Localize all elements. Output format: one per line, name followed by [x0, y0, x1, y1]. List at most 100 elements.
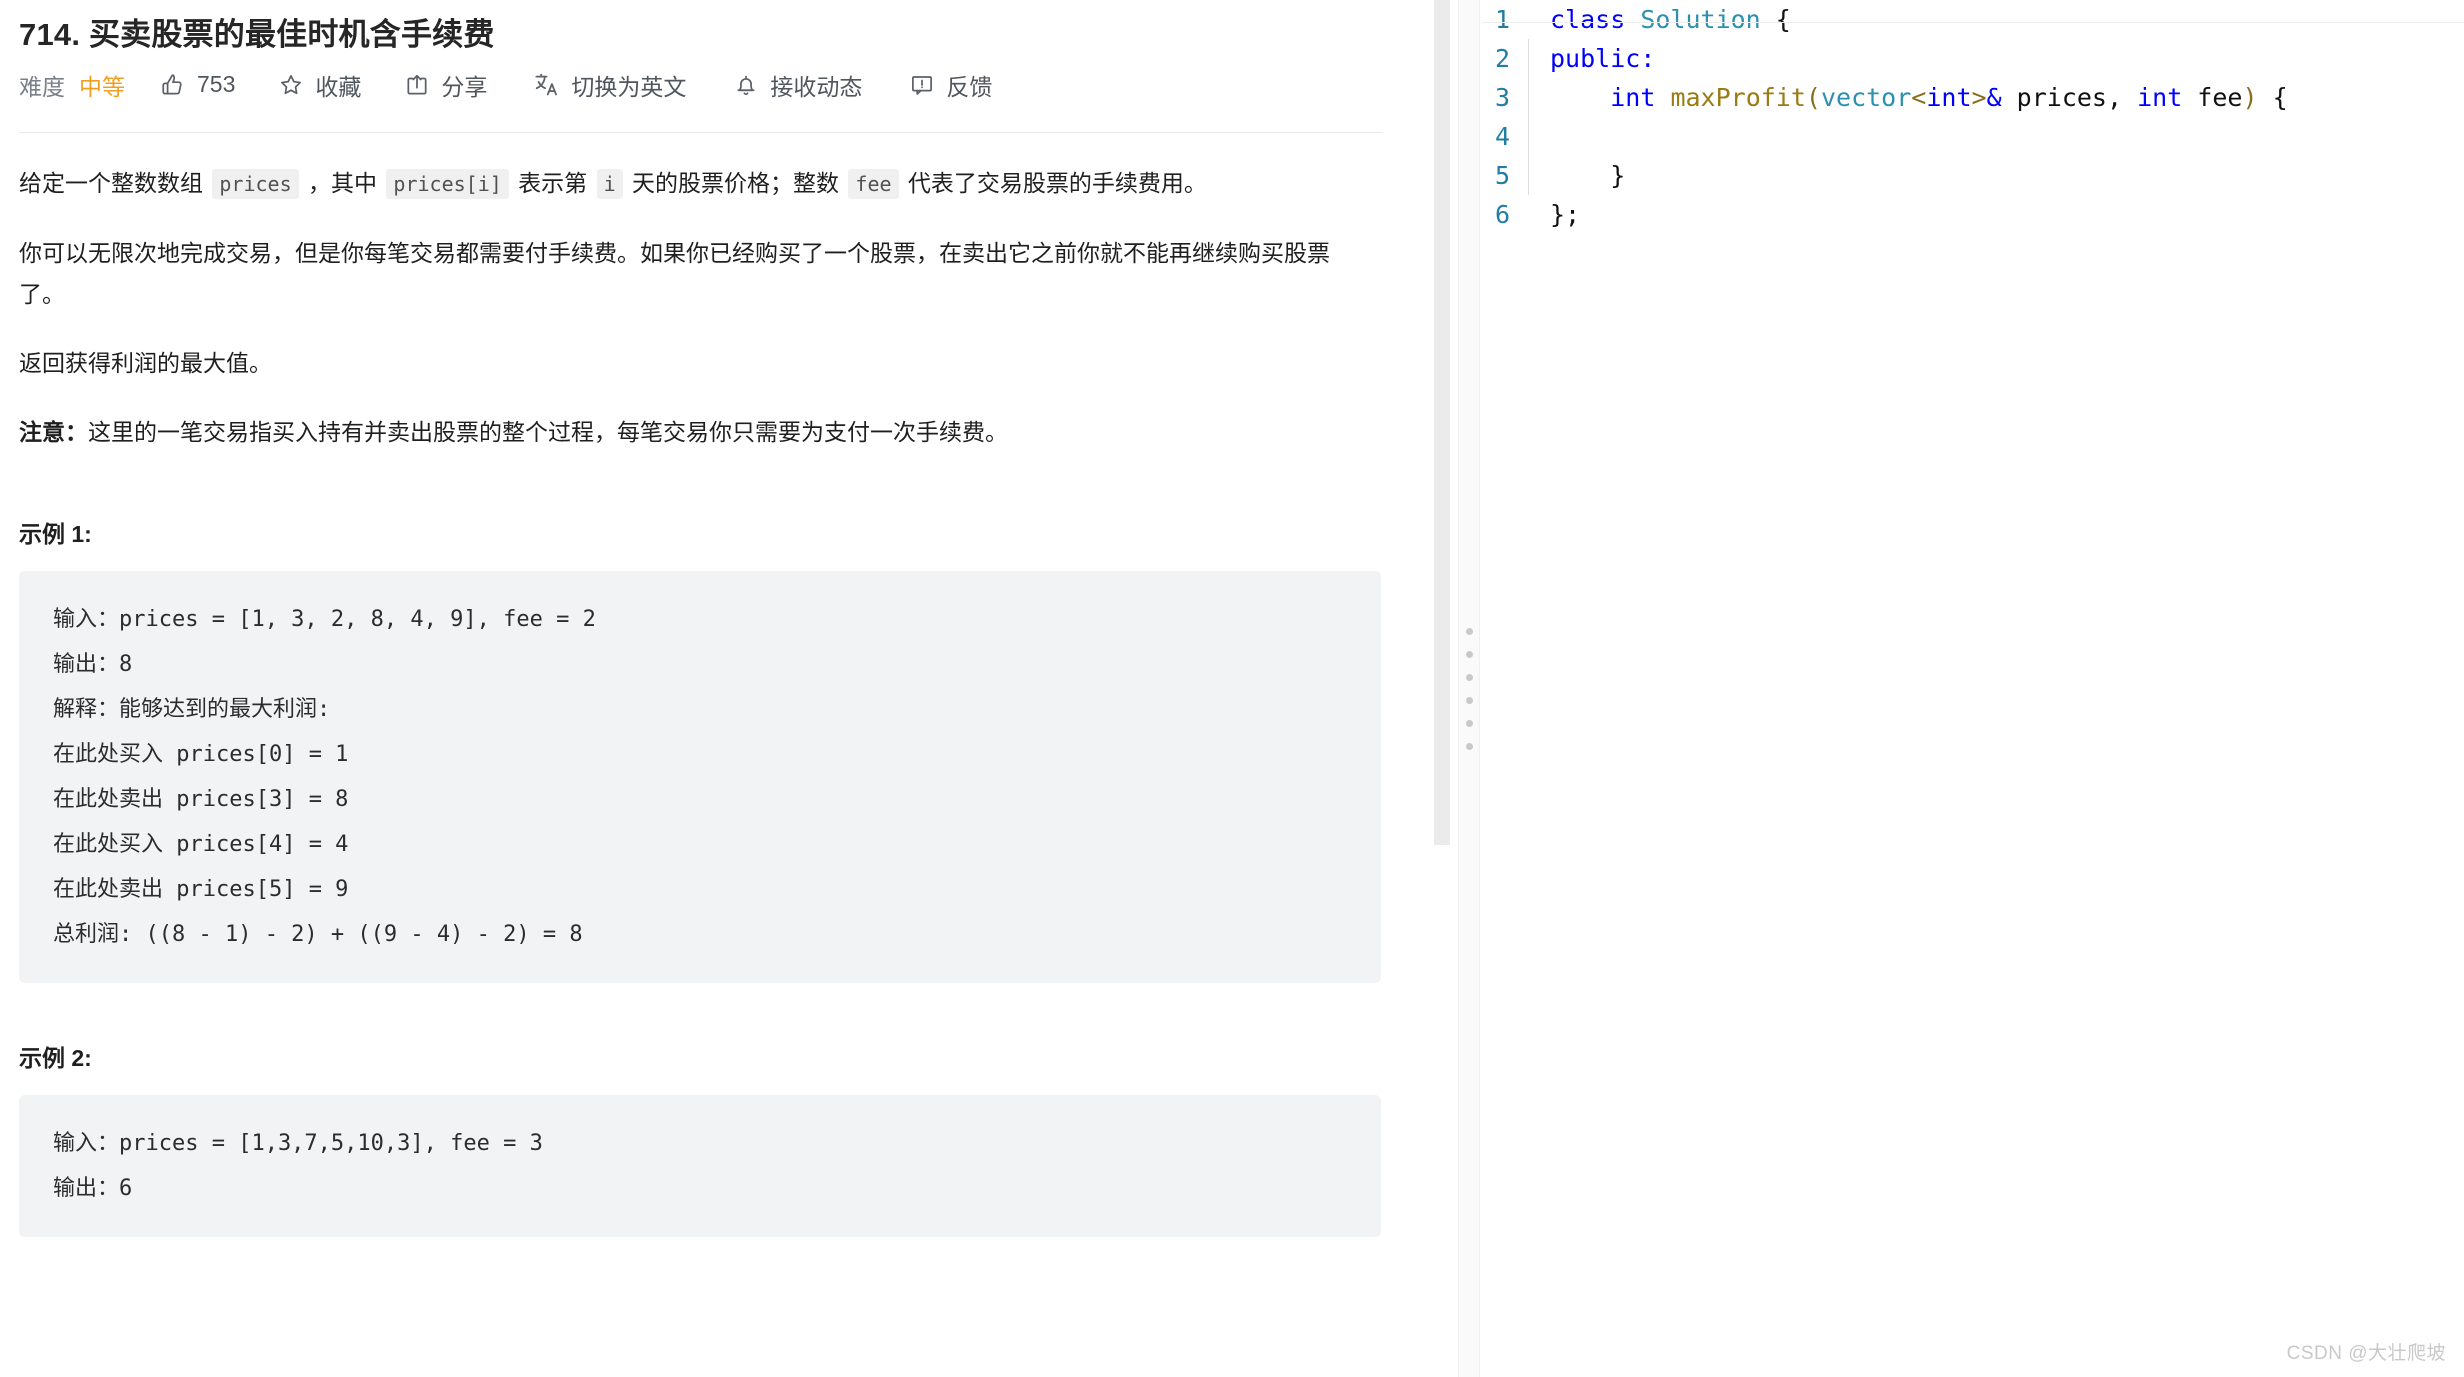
code-line[interactable]: 2 public: — [1482, 39, 2464, 78]
bell-icon — [732, 71, 759, 98]
examples-section: 示例 1: 输入：prices = [1, 3, 2, 8, 4, 9], fee… — [19, 515, 1400, 1237]
paragraph-text: 表示第 — [511, 169, 594, 196]
code-token: maxProfit — [1670, 83, 1806, 112]
code-token: Solution — [1640, 5, 1761, 34]
code-token: public: — [1550, 44, 1656, 73]
difficulty-value: 中等 — [79, 73, 125, 100]
watermark: CSDN @大壮爬坡 — [2286, 1343, 2446, 1364]
line-number: 6 — [1494, 200, 1510, 229]
problem-meta-bar: 难度 中等 753 收藏 分享 切换为英文 接收动态 反馈 — [19, 62, 1400, 108]
indent-guide — [1528, 117, 1529, 156]
feedback-icon — [908, 71, 935, 98]
code-token: }; — [1550, 200, 1581, 229]
feedback-label: 反馈 — [946, 73, 993, 100]
favorite-label: 收藏 — [315, 73, 362, 100]
inline-code: prices[i] — [386, 168, 509, 199]
splitter-dot-icon — [1465, 673, 1473, 681]
translate-icon — [533, 71, 560, 98]
splitter-dot-icon — [1465, 742, 1473, 750]
note-label: 注意： — [19, 418, 88, 445]
line-number: 2 — [1494, 44, 1510, 73]
like-button[interactable]: 753 — [159, 71, 235, 98]
page-title: 714. 买卖股票的最佳时机含手续费 — [19, 17, 495, 52]
paragraph-text: 天的股票价格；整数 — [625, 169, 846, 196]
translate-button[interactable]: 切换为英文 — [533, 68, 686, 102]
code-text[interactable]: } — [1550, 156, 1625, 195]
code-token: prices, — [2001, 83, 2138, 112]
splitter-dot-icon — [1465, 719, 1473, 727]
example-code-block: 输入：prices = [1,3,7,5,10,3], fee = 3 输出：6 — [19, 1094, 1381, 1237]
code-text[interactable]: public: — [1550, 39, 1655, 78]
code-token: > — [1971, 83, 1987, 112]
problem-statement: 给定一个整数数组 prices ，其中 prices[i] 表示第 i 天的股票… — [19, 163, 1400, 453]
like-count: 753 — [197, 71, 236, 98]
paragraph-text: 你可以无限次地完成交易，但是你每笔交易都需要付手续费。如果你已经购买了一个股票，… — [19, 239, 1330, 307]
paragraph-text: 给定一个整数数组 — [19, 169, 210, 196]
example-heading: 示例 1: — [19, 520, 92, 547]
code-line[interactable]: 3 int maxProfit(vector<int>& prices, int… — [1482, 78, 2464, 117]
code-token: ) — [2242, 83, 2258, 112]
code-line[interactable]: 5 } — [1482, 156, 2464, 195]
code-token: fee — [2182, 83, 2243, 112]
code-line[interactable]: 1 class Solution { — [1482, 0, 2464, 39]
example-code-block: 输入：prices = [1, 3, 2, 8, 4, 9], fee = 2 … — [19, 570, 1381, 983]
paragraph-text: 这里的一笔交易指买入持有并卖出股票的整个过程，每笔交易你只需要为支付一次手续费。 — [88, 418, 1008, 445]
line-number: 1 — [1494, 5, 1510, 34]
indent-guide — [1528, 0, 1529, 39]
code-editor-pane[interactable]: 1 class Solution {2 public: 3 int maxProfit… — [1482, 0, 2464, 1377]
example-heading: 示例 2: — [19, 1044, 92, 1071]
code-token: ( — [1805, 83, 1821, 112]
code-editor[interactable]: 1 class Solution {2 public: 3 int maxProfit… — [1482, 0, 2464, 234]
problem-paragraph: 给定一个整数数组 prices ，其中 prices[i] 表示第 i 天的股票… — [19, 163, 1359, 205]
code-text[interactable]: class Solution { — [1550, 0, 1791, 39]
code-text[interactable]: int maxProfit(vector<int>& prices, int f… — [1550, 78, 2288, 117]
code-token: { — [1760, 5, 1791, 34]
subscribe-button[interactable]: 接收动态 — [732, 68, 862, 102]
splitter-dot-icon — [1465, 627, 1473, 635]
editor-active-line-underline — [1482, 22, 2464, 23]
star-icon — [277, 71, 304, 98]
code-token: int — [1610, 83, 1656, 112]
translate-label: 切换为英文 — [571, 73, 687, 100]
inline-code: prices — [212, 168, 299, 199]
problem-paragraph: 你可以无限次地完成交易，但是你每笔交易都需要付手续费。如果你已经购买了一个股票，… — [19, 233, 1359, 315]
code-token: int — [1926, 83, 1972, 112]
splitter-dot-icon — [1465, 650, 1473, 658]
code-token: class — [1550, 5, 1626, 34]
header-divider — [19, 131, 1383, 133]
difficulty-label: 难度 — [19, 73, 65, 100]
feedback-button[interactable]: 反馈 — [908, 68, 992, 102]
code-token: { — [2257, 83, 2288, 112]
problem-paragraph: 注意：这里的一笔交易指买入持有并卖出股票的整个过程，每笔交易你只需要为支付一次手… — [19, 412, 1359, 453]
line-number: 4 — [1494, 122, 1510, 151]
code-token: vector — [1820, 83, 1912, 112]
code-token: & — [1986, 83, 2002, 112]
indent-guide — [1528, 156, 1529, 195]
code-line[interactable]: 6}; — [1482, 195, 2464, 234]
share-label: 分享 — [441, 73, 488, 100]
code-line[interactable]: 4 — [1482, 117, 2464, 156]
problem-content: 714. 买卖股票的最佳时机含手续费 难度 中等 753 收藏 分享 切换为英文… — [0, 0, 1400, 1237]
share-button[interactable]: 分享 — [403, 68, 487, 102]
code-text[interactable]: }; — [1550, 195, 1580, 234]
thumbs-up-icon — [159, 71, 186, 98]
problem-description-pane: 714. 买卖股票的最佳时机含手续费 难度 中等 753 收藏 分享 切换为英文… — [0, 0, 1462, 1377]
code-token: int — [2137, 83, 2183, 112]
share-icon — [403, 71, 430, 98]
indent-guide — [1528, 195, 1529, 234]
paragraph-text: ，其中 — [301, 169, 384, 196]
paragraph-text: 代表了交易股票的手续费用。 — [901, 169, 1207, 196]
subscribe-label: 接收动态 — [770, 73, 863, 100]
line-number: 3 — [1494, 83, 1510, 112]
line-number: 5 — [1494, 161, 1510, 190]
page-root: 714. 买卖股票的最佳时机含手续费 难度 中等 753 收藏 分享 切换为英文… — [0, 0, 2464, 1377]
description-scrollbar-thumb[interactable] — [1434, 0, 1450, 845]
code-token: < — [1911, 83, 1927, 112]
paragraph-text: 返回获得利润的最大值。 — [19, 349, 272, 376]
problem-paragraph: 返回获得利润的最大值。 — [19, 343, 1359, 384]
favorite-button[interactable]: 收藏 — [277, 68, 361, 102]
pane-splitter[interactable] — [1458, 0, 1480, 1377]
